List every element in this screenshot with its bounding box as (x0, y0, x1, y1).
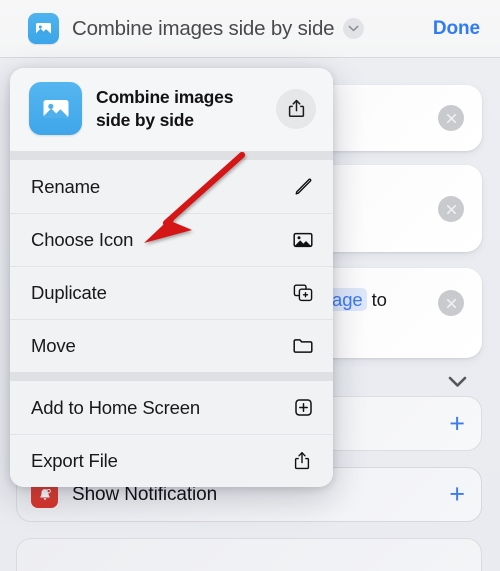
action-card-3-trailing-text: to (371, 289, 387, 310)
context-menu: Combine images side by side Rename Choos… (10, 68, 333, 487)
menu-item-export-file[interactable]: Export File (10, 434, 333, 487)
photo-icon (28, 13, 59, 44)
page-title: Combine images side by side (72, 16, 335, 40)
chevron-down-icon[interactable] (343, 18, 365, 39)
context-menu-group-separator (10, 151, 333, 160)
plus-icon[interactable]: + (449, 481, 465, 508)
duplicate-plus-icon (291, 281, 315, 305)
menu-item-label: Move (31, 334, 76, 356)
share-icon (291, 449, 315, 473)
plus-square-icon (291, 396, 315, 420)
menu-item-choose-icon[interactable]: Choose Icon (10, 213, 333, 266)
menu-item-rename[interactable]: Rename (10, 160, 333, 213)
close-circle-icon[interactable] (438, 196, 464, 222)
share-icon[interactable] (276, 88, 316, 129)
context-menu-group-separator (10, 372, 333, 381)
chevron-down-icon[interactable] (444, 369, 470, 395)
action-card-bottom[interactable] (16, 538, 482, 571)
photo-icon (29, 82, 82, 135)
close-circle-icon[interactable] (438, 105, 464, 131)
context-menu-header: Combine images side by side (10, 68, 333, 151)
plus-icon[interactable]: + (449, 410, 465, 437)
menu-item-label: Choose Icon (31, 228, 134, 250)
shortcuts-editor-screen: age to + Show Notification + Combine ima… (0, 0, 500, 571)
menu-item-add-to-home-screen[interactable]: Add to Home Screen (10, 381, 333, 434)
folder-icon (291, 334, 315, 358)
variable-token[interactable]: age (328, 288, 367, 311)
photo-icon (291, 228, 315, 252)
menu-item-label: Rename (31, 175, 101, 197)
action-card-3-text: age to (328, 288, 387, 311)
menu-item-duplicate[interactable]: Duplicate (10, 266, 333, 319)
menu-item-label: Duplicate (31, 281, 107, 303)
close-circle-icon[interactable] (438, 290, 464, 316)
context-menu-title: Combine images side by side (96, 87, 234, 130)
menu-item-label: Add to Home Screen (31, 396, 201, 418)
pencil-icon (291, 175, 315, 199)
done-button[interactable]: Done (433, 18, 486, 40)
menu-item-label: Export File (31, 449, 118, 471)
navigation-bar: Combine images side by side Done (0, 0, 500, 58)
menu-item-move[interactable]: Move (10, 319, 333, 372)
